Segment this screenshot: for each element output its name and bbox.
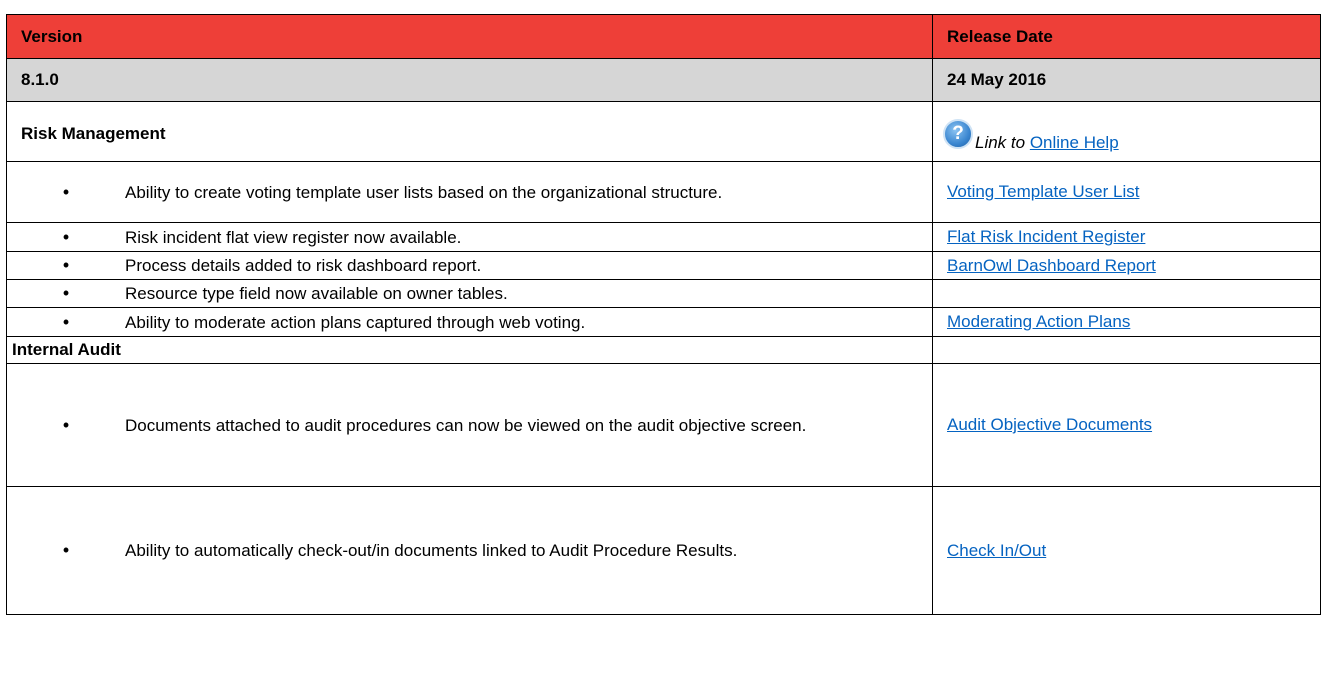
check-in-out-link[interactable]: Check In/Out <box>947 541 1046 560</box>
feature-text: Ability to create voting template user l… <box>125 182 723 202</box>
feature-row: • Ability to automatically check-out/in d… <box>6 486 1321 615</box>
release-date-column-header: Release Date <box>932 14 1321 59</box>
question-mark-icon: ? <box>943 118 973 149</box>
release-date: 24 May 2016 <box>932 58 1321 102</box>
risk-management-heading: Risk Management <box>6 101 933 162</box>
feature-row: • Process details added to risk dashboard… <box>6 251 1321 280</box>
internal-audit-heading: Internal Audit <box>6 336 933 364</box>
feature-row: • Documents attached to audit procedures … <box>6 363 1321 487</box>
feature-text: Resource type field now available on own… <box>125 284 508 303</box>
feature-text: Risk incident flat view register now ava… <box>125 227 462 247</box>
online-help-link[interactable]: Online Help <box>1030 133 1119 152</box>
barnowl-dashboard-report-link[interactable]: BarnOwl Dashboard Report <box>947 256 1156 275</box>
feature-text: Documents attached to audit procedures c… <box>125 415 807 435</box>
feature-text: Process details added to risk dashboard … <box>125 256 482 275</box>
risk-management-section-row: Risk Management ? Link to Online Help <box>6 101 1321 162</box>
feature-text: Ability to automatically check-out/in do… <box>125 541 738 560</box>
voting-template-user-list-link[interactable]: Voting Template User List <box>947 182 1139 201</box>
audit-objective-documents-link[interactable]: Audit Objective Documents <box>947 415 1152 434</box>
bullet: • <box>62 226 70 247</box>
bullet: • <box>62 255 70 275</box>
feature-row: • Risk incident flat view register now av… <box>6 222 1321 252</box>
moderating-action-plans-link[interactable]: Moderating Action Plans <box>947 312 1130 331</box>
bullet: • <box>62 283 70 303</box>
header-row: Version Release Date <box>6 14 1321 59</box>
version-column-header: Version <box>6 14 933 59</box>
help-link-prefix: Link to <box>975 132 1026 152</box>
feature-row: • Ability to moderate action plans captur… <box>6 307 1321 337</box>
flat-risk-incident-register-link[interactable]: Flat Risk Incident Register <box>947 227 1145 246</box>
version-row: 8.1.0 24 May 2016 <box>6 58 1321 102</box>
version-number: 8.1.0 <box>6 58 933 102</box>
release-notes-table: Version Release Date 8.1.0 24 May 2016 R… <box>6 14 1321 615</box>
bullet: • <box>62 540 70 560</box>
internal-audit-section-row: Internal Audit <box>6 336 1321 364</box>
bullet: • <box>62 414 70 435</box>
bullet: • <box>62 181 70 202</box>
feature-row: • Resource type field now available on ow… <box>6 279 1321 308</box>
online-help-cell: ? Link to Online Help <box>932 101 1321 162</box>
bullet: • <box>62 311 70 332</box>
feature-text: Ability to moderate action plans capture… <box>125 312 586 332</box>
feature-row: • Ability to create voting template user … <box>6 161 1321 223</box>
